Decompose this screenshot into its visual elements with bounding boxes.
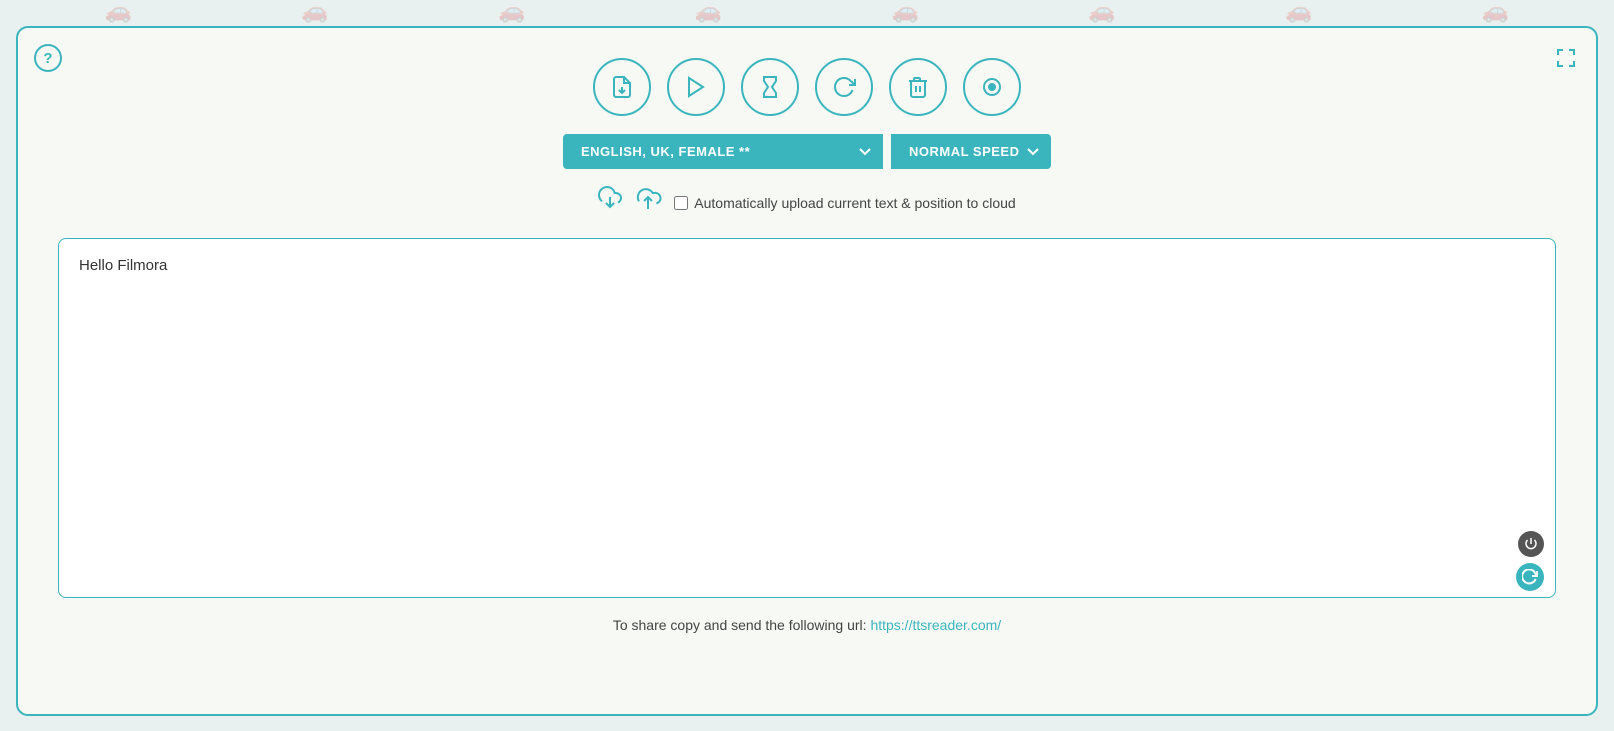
toolbar xyxy=(48,58,1566,116)
text-input[interactable]: Hello Filmora xyxy=(58,238,1556,598)
auto-upload-checkbox[interactable] xyxy=(674,196,688,210)
cloud-upload-icon[interactable] xyxy=(636,185,664,220)
text-area-container: Hello Filmora xyxy=(58,238,1556,603)
share-text: To share copy and send the following url… xyxy=(48,617,1566,633)
banner-icon-5: 🚗 xyxy=(892,0,919,24)
reload-button[interactable] xyxy=(815,58,873,116)
cloud-download-icon[interactable] xyxy=(598,185,626,220)
voice-select[interactable]: ENGLISH, UK, FEMALE ** ENGLISH, US, MALE… xyxy=(563,134,883,169)
top-banner: 🚗 🚗 🚗 🚗 🚗 🚗 🚗 🚗 xyxy=(0,0,1614,22)
help-button[interactable]: ? xyxy=(34,44,62,72)
banner-icon-4: 🚗 xyxy=(695,0,722,24)
banner-icon-6: 🚗 xyxy=(1088,0,1115,24)
timer-button[interactable] xyxy=(741,58,799,116)
refresh-green-button[interactable] xyxy=(1516,563,1544,591)
share-url[interactable]: https://ttsreader.com/ xyxy=(870,617,1001,633)
controls-row: ENGLISH, UK, FEMALE ** ENGLISH, US, MALE… xyxy=(48,134,1566,169)
fullscreen-button[interactable] xyxy=(1552,44,1580,72)
banner-icon-8: 🚗 xyxy=(1482,0,1509,24)
record-button[interactable] xyxy=(963,58,1021,116)
main-container: ? xyxy=(16,26,1598,716)
upload-row: Automatically upload current text & posi… xyxy=(48,185,1566,220)
banner-icon-3: 🚗 xyxy=(498,0,525,24)
speed-select[interactable]: SLOW SPEED NORMAL SPEED FAST SPEED VERY … xyxy=(891,134,1051,169)
play-button[interactable] xyxy=(667,58,725,116)
banner-icon-7: 🚗 xyxy=(1285,0,1312,24)
auto-upload-label: Automatically upload current text & posi… xyxy=(674,195,1015,211)
import-file-button[interactable] xyxy=(593,58,651,116)
banner-icon-2: 🚗 xyxy=(301,0,328,24)
banner-icon-1: 🚗 xyxy=(105,0,132,24)
delete-button[interactable] xyxy=(889,58,947,116)
power-button[interactable] xyxy=(1518,531,1544,557)
